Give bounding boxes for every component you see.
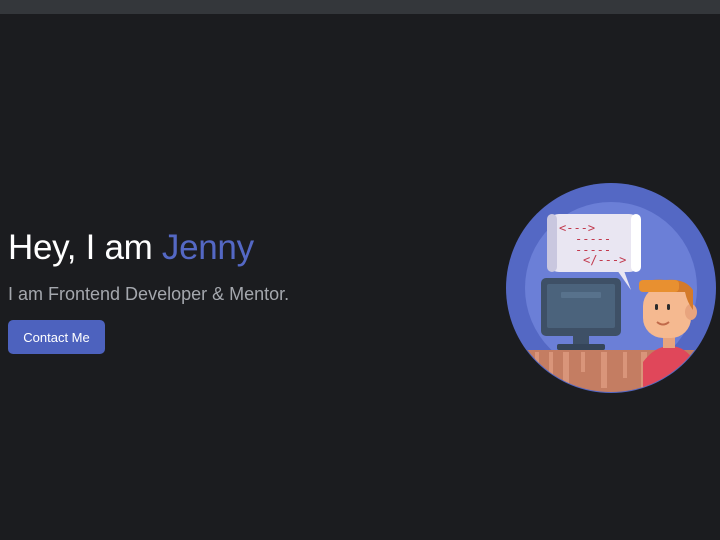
browser-top-bar [0, 0, 720, 14]
code-line-4: </---> [583, 253, 626, 267]
developer-avatar-illustration: <---> ----- ----- </---> [505, 182, 717, 394]
hero-subtitle: I am Frontend Developer & Mentor. [8, 284, 290, 304]
hero-section: Hey, I am Jenny I am Frontend Developer … [0, 14, 720, 540]
hero-greeting: Hey, I am [8, 228, 162, 267]
hero-title: Hey, I am Jenny [8, 228, 254, 268]
hero-name: Jenny [161, 228, 254, 267]
developer-illustration-svg: <---> ----- ----- </---> [506, 183, 716, 393]
contact-me-button[interactable]: Contact Me [8, 320, 105, 354]
